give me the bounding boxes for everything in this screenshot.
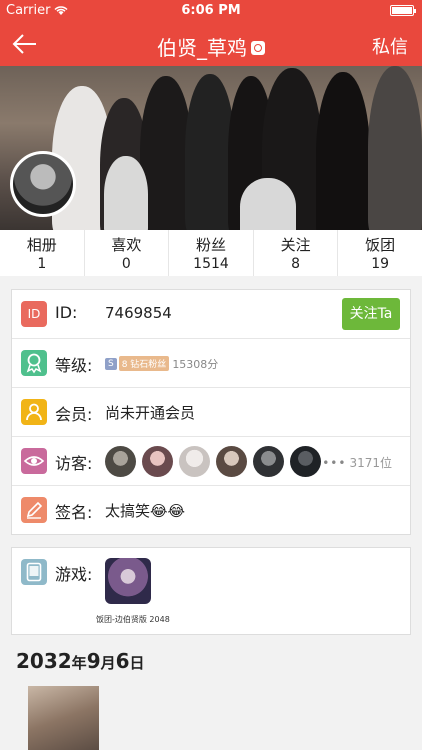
visitor-avatar[interactable] bbox=[253, 446, 284, 477]
id-value: 7469854 bbox=[105, 304, 172, 322]
date-year-unit: 年 bbox=[71, 654, 87, 672]
page-title: 伯贤_草鸡 bbox=[0, 32, 422, 61]
level-row: 等级: S8 钻石粉丝 15308分 bbox=[12, 339, 410, 388]
stat-label: 关注 bbox=[280, 236, 311, 254]
cover-figure bbox=[104, 156, 148, 230]
member-label: 会员: bbox=[55, 405, 93, 424]
cover-figure bbox=[240, 178, 296, 230]
timeline-photo[interactable] bbox=[28, 686, 99, 750]
visitor-count: ••• 3171位 bbox=[322, 454, 392, 471]
date-year: 2032 bbox=[16, 649, 72, 673]
stat-label: 喜欢 bbox=[111, 236, 142, 254]
stat-value: 8 bbox=[291, 256, 301, 272]
signature-label: 签名: bbox=[55, 503, 93, 522]
private-message-button[interactable]: 私信 bbox=[372, 33, 408, 59]
visitor-count-value: 3171位 bbox=[349, 456, 392, 470]
date-day-unit: 日 bbox=[129, 654, 145, 672]
member-value: 尚未开通会员 bbox=[105, 404, 196, 422]
clock: 6:06 PM bbox=[181, 3, 241, 18]
profile-avatar[interactable] bbox=[10, 151, 76, 217]
stat-label: 粉丝 bbox=[195, 236, 226, 254]
member-row: 会员: 尚未开通会员 bbox=[12, 388, 410, 437]
stat-fans[interactable]: 粉丝 1514 bbox=[168, 230, 253, 276]
profile-info-card: ID ID: 7469854 关注Ta 等级: S8 钻石粉丝 15308分 会员… bbox=[11, 289, 411, 535]
id-label: ID: bbox=[55, 303, 78, 322]
stat-likes[interactable]: 喜欢 0 bbox=[83, 230, 169, 276]
visitor-avatar[interactable] bbox=[179, 446, 210, 477]
tablet-icon bbox=[21, 559, 47, 585]
stat-label: 相册 bbox=[26, 236, 57, 254]
level-value: S8 钻石粉丝 15308分 bbox=[105, 354, 218, 372]
stat-value: 0 bbox=[121, 256, 131, 272]
level-s-badge: S bbox=[105, 357, 117, 370]
level-points: 15308分 bbox=[172, 358, 219, 371]
stat-albums[interactable]: 相册 1 bbox=[0, 230, 84, 276]
signature-value: 太搞笑😂😂 bbox=[105, 502, 186, 520]
date-month-unit: 月 bbox=[100, 654, 116, 672]
timeline-date: 2032年9月6日 bbox=[16, 649, 145, 673]
verified-icon bbox=[251, 40, 265, 55]
games-label: 游戏: bbox=[55, 565, 93, 584]
more-dots-icon: ••• bbox=[322, 456, 347, 470]
level-label: 等级: bbox=[55, 356, 93, 375]
award-icon bbox=[21, 350, 47, 376]
visitor-avatar[interactable] bbox=[290, 446, 321, 477]
visitor-row[interactable]: 访客: ••• 3171位 bbox=[12, 437, 410, 486]
visitor-avatars bbox=[105, 446, 321, 477]
signature-row: 签名: 太搞笑😂😂 bbox=[12, 486, 410, 535]
rank-badge: 8 钻石粉丝 bbox=[118, 356, 170, 371]
stat-following[interactable]: 关注 8 bbox=[252, 230, 338, 276]
eye-icon bbox=[21, 448, 47, 474]
stats-bar: 相册 1 喜欢 0 粉丝 1514 关注 8 饭团 19 bbox=[0, 230, 422, 276]
game-thumbnail[interactable] bbox=[105, 558, 151, 604]
visitor-avatar[interactable] bbox=[216, 446, 247, 477]
games-card: 游戏: 饭团-边伯贤版 2048 bbox=[11, 547, 411, 635]
stat-groups[interactable]: 饭团 19 bbox=[337, 230, 422, 276]
game-name: 饭团-边伯贤版 2048 bbox=[96, 615, 170, 624]
cover-figure bbox=[316, 72, 370, 230]
stat-value: 1 bbox=[37, 256, 47, 272]
stat-value: 1514 bbox=[193, 256, 229, 272]
id-icon: ID bbox=[21, 301, 47, 327]
visitor-avatar[interactable] bbox=[142, 446, 173, 477]
visitor-label: 访客: bbox=[55, 454, 93, 473]
date-day: 6 bbox=[115, 649, 130, 673]
nav-bar: 伯贤_草鸡 私信 bbox=[0, 22, 422, 66]
stat-value: 19 bbox=[371, 256, 390, 272]
cover-figure bbox=[368, 66, 422, 230]
username-title: 伯贤_草鸡 bbox=[157, 36, 247, 60]
id-row: ID ID: 7469854 关注Ta bbox=[12, 290, 410, 339]
status-bar: Carrier 6:06 PM bbox=[0, 0, 422, 22]
visitor-avatar[interactable] bbox=[105, 446, 136, 477]
battery-icon bbox=[390, 5, 416, 16]
pencil-icon bbox=[21, 497, 47, 523]
date-month: 9 bbox=[86, 649, 101, 673]
stat-label: 饭团 bbox=[365, 236, 396, 254]
follow-button[interactable]: 关注Ta bbox=[342, 298, 400, 330]
member-icon bbox=[21, 399, 47, 425]
